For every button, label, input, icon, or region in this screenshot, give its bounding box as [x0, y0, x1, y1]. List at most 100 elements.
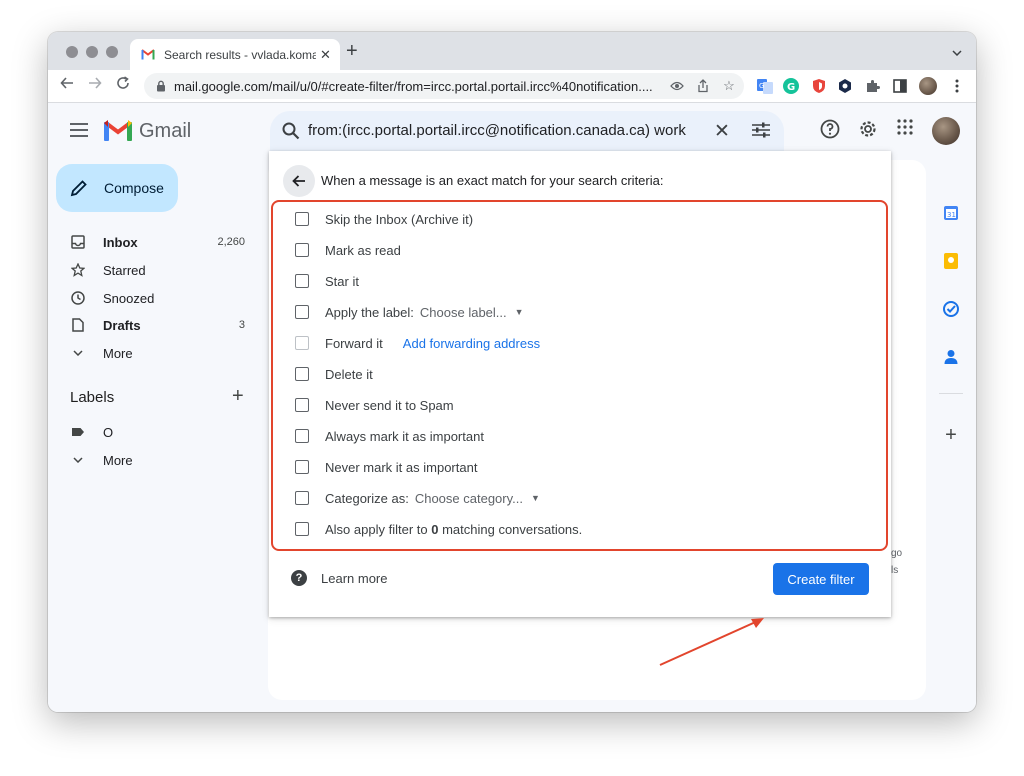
option-categorize[interactable]: Categorize as: Choose category... ▼ — [295, 488, 540, 508]
lock-icon — [156, 80, 168, 92]
reload-icon[interactable] — [116, 76, 130, 95]
checkbox[interactable] — [295, 398, 309, 412]
new-tab-button[interactable]: + — [346, 41, 358, 61]
label-select[interactable]: Choose label... — [420, 305, 507, 320]
checkbox[interactable] — [295, 336, 309, 350]
add-label-button[interactable]: + — [232, 385, 244, 408]
label-item-o[interactable]: O — [48, 418, 254, 446]
divider — [939, 393, 963, 394]
dropdown-caret-icon[interactable]: ▼ — [531, 493, 540, 503]
tab-search-chevron-icon[interactable] — [952, 45, 962, 59]
matching-count: 0 — [431, 521, 439, 537]
checkbox[interactable] — [295, 274, 309, 288]
tab-title: Search results - vvlada.komar — [164, 47, 316, 62]
expand-panel-chevron-icon[interactable] — [942, 710, 960, 712]
grammarly-icon[interactable]: G — [782, 77, 800, 95]
profile-avatar[interactable] — [919, 77, 937, 95]
nav-label: Snoozed — [103, 291, 155, 306]
maximize-window-button[interactable] — [106, 46, 118, 58]
category-select[interactable]: Choose category... — [415, 491, 523, 506]
checkbox[interactable] — [295, 243, 309, 257]
search-icon[interactable] — [282, 122, 300, 145]
option-delete[interactable]: Delete it — [295, 364, 373, 384]
option-never-spam[interactable]: Never send it to Spam — [295, 395, 454, 415]
create-filter-button[interactable]: Create filter — [773, 563, 869, 595]
back-arrow-icon[interactable] — [60, 76, 74, 95]
nav-item-drafts[interactable]: Drafts 3 — [48, 311, 254, 339]
checkbox[interactable] — [295, 367, 309, 381]
checkbox[interactable] — [295, 212, 309, 226]
option-label: Also apply filter to 0 matching conversa… — [325, 522, 582, 537]
option-skip-inbox[interactable]: Skip the Inbox (Archive it) — [295, 209, 473, 229]
account-avatar[interactable] — [932, 117, 960, 145]
eye-icon[interactable] — [668, 77, 686, 95]
search-bar[interactable]: from:(ircc.portal.portail.ircc@notificat… — [270, 111, 784, 151]
chevron-down-icon — [70, 452, 86, 468]
gmail-logo-icon[interactable] — [104, 119, 132, 146]
labels-more[interactable]: More — [48, 446, 254, 474]
option-label: Apply the label: — [325, 304, 414, 320]
dropdown-caret-icon[interactable]: ▼ — [515, 307, 524, 317]
option-mark-read[interactable]: Mark as read — [295, 240, 401, 260]
chevron-down-icon — [70, 345, 86, 361]
hexagon-extension-icon[interactable] — [836, 77, 854, 95]
address-bar[interactable]: mail.google.com/mail/u/0/#create-filter/… — [144, 73, 744, 99]
back-button[interactable] — [283, 165, 315, 197]
learn-more-link[interactable]: Learn more — [321, 571, 387, 586]
search-query-text[interactable]: from:(ircc.portal.portail.ircc@notificat… — [308, 122, 686, 139]
shield-extension-icon[interactable] — [810, 77, 828, 95]
pencil-icon — [70, 179, 88, 197]
close-window-button[interactable] — [66, 46, 78, 58]
puzzle-extensions-icon[interactable] — [864, 77, 882, 95]
truncated-text: go — [891, 548, 903, 559]
bookmark-star-icon[interactable]: ☆ — [720, 77, 738, 95]
option-label: Never send it to Spam — [325, 397, 454, 413]
option-star[interactable]: Star it — [295, 271, 359, 291]
checkbox[interactable] — [295, 429, 309, 443]
browser-tab[interactable]: Search results - vvlada.komar ✕ — [130, 39, 340, 70]
add-addon-icon[interactable]: + — [942, 424, 960, 446]
option-also-apply[interactable]: Also apply filter to 0 matching conversa… — [295, 519, 582, 539]
side-panel: 31 + — [926, 160, 976, 712]
nav-item-more[interactable]: More — [48, 339, 254, 367]
minimize-window-button[interactable] — [86, 46, 98, 58]
inbox-icon — [70, 234, 86, 250]
more-vert-icon[interactable] — [948, 77, 966, 95]
main-menu-icon[interactable] — [70, 123, 88, 142]
keep-icon[interactable] — [942, 252, 960, 270]
nav-item-starred[interactable]: Starred — [48, 256, 254, 284]
share-icon[interactable] — [694, 77, 712, 95]
translate-extension-icon[interactable]: G — [756, 77, 774, 95]
add-forwarding-address-link[interactable]: Add forwarding address — [403, 336, 540, 351]
apps-grid-icon[interactable] — [897, 119, 913, 140]
settings-gear-icon[interactable] — [858, 119, 878, 144]
clear-search-icon[interactable]: ✕ — [714, 120, 730, 143]
filter-options-highlight: Skip the Inbox (Archive it) Mark as read… — [271, 200, 888, 551]
forward-arrow-icon[interactable] — [88, 76, 102, 95]
option-forward[interactable]: Forward it Add forwarding address — [295, 333, 540, 353]
calendar-icon[interactable]: 31 — [942, 204, 960, 222]
contacts-icon[interactable] — [942, 348, 960, 366]
checkbox[interactable] — [295, 491, 309, 505]
label-name: More — [103, 453, 133, 468]
option-never-important[interactable]: Never mark it as important — [295, 457, 477, 477]
labels-heading: Labels — [70, 389, 115, 406]
help-icon[interactable]: ? — [291, 570, 307, 586]
clock-icon — [70, 290, 86, 306]
nav-item-snoozed[interactable]: Snoozed — [48, 284, 254, 312]
nav-item-inbox[interactable]: Inbox 2,260 — [48, 228, 254, 256]
option-apply-label[interactable]: Apply the label: Choose label... ▼ — [295, 302, 524, 322]
checkbox[interactable] — [295, 522, 309, 536]
tab-strip: Search results - vvlada.komar ✕ + — [48, 32, 976, 70]
help-circle-icon[interactable] — [820, 119, 840, 144]
search-options-icon[interactable] — [752, 122, 770, 143]
option-label: Categorize as: — [325, 490, 409, 506]
inbox-count: 2,260 — [217, 236, 245, 248]
tasks-icon[interactable] — [942, 300, 960, 318]
tab-close-icon[interactable]: ✕ — [320, 47, 331, 63]
side-panel-icon[interactable] — [891, 77, 909, 95]
compose-button[interactable]: Compose — [56, 164, 178, 212]
checkbox[interactable] — [295, 460, 309, 474]
option-always-important[interactable]: Always mark it as important — [295, 426, 484, 446]
checkbox[interactable] — [295, 305, 309, 319]
